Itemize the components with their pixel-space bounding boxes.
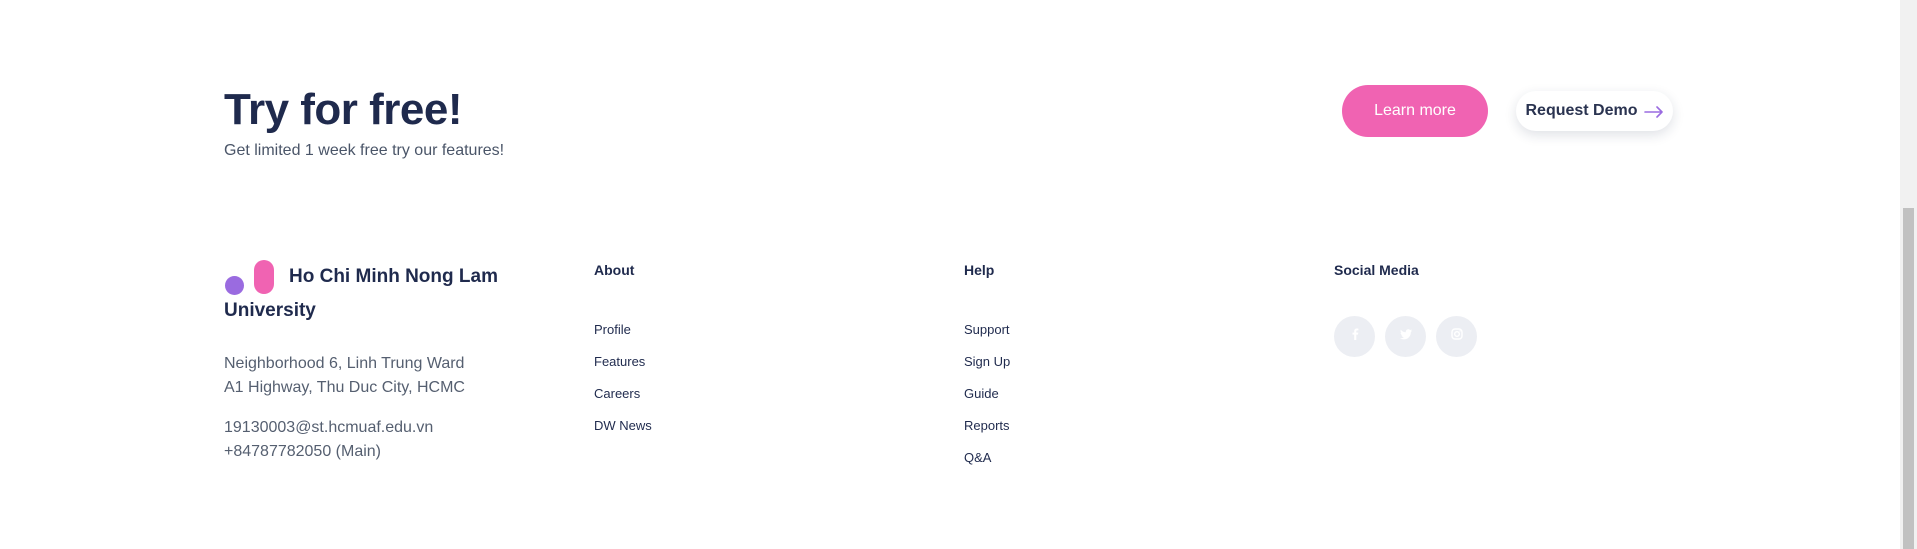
cta-subtitle: Get limited 1 week free try our features…: [224, 142, 505, 159]
arrow-right-icon: [1643, 105, 1664, 118]
footer-link-profile[interactable]: Profile: [594, 322, 814, 354]
footer-link-dw-news[interactable]: DW News: [594, 418, 814, 450]
learn-more-label: Learn more: [1374, 102, 1456, 119]
instagram-button[interactable]: [1436, 316, 1477, 357]
footer-link-sign-up[interactable]: Sign Up: [964, 354, 1184, 386]
footer-link-features[interactable]: Features: [594, 354, 814, 386]
cta-title: Try for free!: [224, 85, 463, 134]
footer-link-reports[interactable]: Reports: [964, 418, 1184, 450]
footer-col-about: About Profile Features Careers DW News: [594, 262, 652, 433]
scrollbar-thumb[interactable]: [1903, 208, 1914, 549]
learn-more-button[interactable]: Learn more: [1342, 85, 1488, 137]
address-line-2: A1 Highway, Thu Duc City, HCMC: [224, 379, 465, 396]
contact-phone: +84787782050 (Main): [224, 443, 382, 460]
footer-link-qa[interactable]: Q&A: [964, 450, 1184, 482]
twitter-icon: [1399, 327, 1413, 346]
org-name: Ho Chi Minh Nong Lam University: [224, 266, 498, 321]
instagram-icon: [1450, 327, 1464, 346]
address-line-1: Neighborhood 6, Linh Trung Ward: [224, 355, 465, 372]
address: Neighborhood 6, Linh Trung Ward A1 Highw…: [224, 352, 465, 400]
request-demo-label: Request Demo: [1525, 102, 1638, 119]
col-title-help: Help: [964, 262, 995, 278]
footer-link-careers[interactable]: Careers: [594, 386, 814, 418]
vertical-scrollbar[interactable]: [1900, 0, 1917, 549]
footer-col-help: Help Support Sign Up Guide Reports Q&A: [964, 262, 1010, 465]
twitter-button[interactable]: [1385, 316, 1426, 357]
facebook-icon: [1348, 327, 1362, 346]
request-demo-button[interactable]: Request Demo: [1516, 91, 1673, 131]
col-title-social: Social Media: [1334, 262, 1419, 278]
contact: 19130003@st.hcmuaf.edu.vn +84787782050 (…: [224, 416, 433, 464]
facebook-button[interactable]: [1334, 316, 1375, 357]
contact-email: 19130003@st.hcmuaf.edu.vn: [224, 419, 434, 436]
footer-link-guide[interactable]: Guide: [964, 386, 1184, 418]
col-title-about: About: [594, 262, 635, 278]
footer-col-social: Social Media: [1334, 262, 1477, 357]
footer-link-support[interactable]: Support: [964, 322, 1184, 354]
